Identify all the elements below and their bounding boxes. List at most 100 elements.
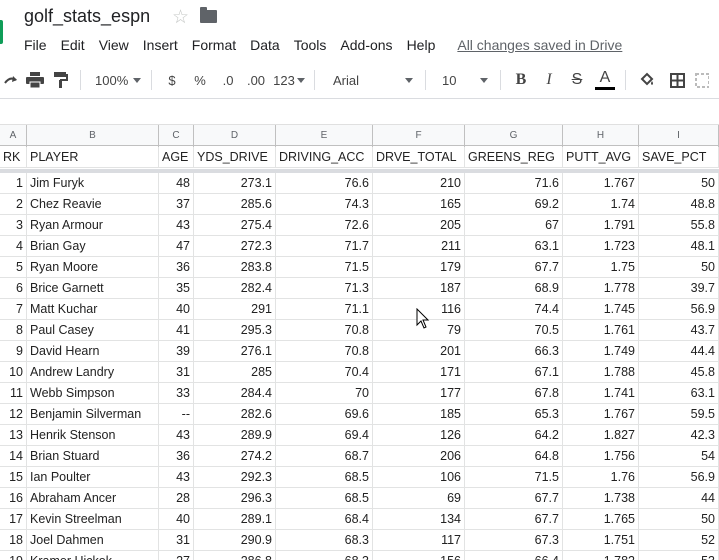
cell-yds-drive[interactable]: 289.1 — [194, 509, 276, 529]
zoom-select[interactable]: 100% — [87, 66, 145, 94]
cell-player[interactable]: Brice Garnett — [27, 278, 159, 298]
cell-save-pct[interactable]: 53 — [639, 551, 719, 560]
cell-drive-total[interactable]: 106 — [373, 467, 465, 487]
cell-putt-avg[interactable]: 1.745 — [563, 299, 639, 319]
cell-save-pct[interactable]: 52 — [639, 530, 719, 550]
cell-rank[interactable]: 1 — [0, 173, 27, 193]
column-header-b[interactable]: B — [27, 125, 159, 147]
cell-greens-reg[interactable]: 67.3 — [465, 530, 563, 550]
cell-player[interactable]: Henrik Stenson — [27, 425, 159, 445]
paint-format-icon[interactable] — [48, 66, 74, 94]
cell-greens-reg[interactable]: 68.9 — [465, 278, 563, 298]
table-row[interactable]: 4 Brian Gay 47 272.3 71.7 211 63.1 1.723 48.1 — [0, 236, 719, 257]
cell-player[interactable]: Ian Poulter — [27, 467, 159, 487]
table-row[interactable]: 3 Ryan Armour 43 275.4 72.6 205 67 1.791 55.8 — [0, 215, 719, 236]
cell-player[interactable]: Matt Kuchar — [27, 299, 159, 319]
menu-data[interactable]: Data — [243, 35, 287, 55]
cell-drive-total[interactable]: 177 — [373, 383, 465, 403]
cell-driving-acc[interactable]: 68.3 — [276, 551, 373, 560]
cell-driving-acc[interactable]: 71.7 — [276, 236, 373, 256]
table-row[interactable]: 17 Kevin Streelman 40 289.1 68.4 134 67.7 1.765… — [0, 509, 719, 530]
cell-age[interactable]: 36 — [159, 257, 194, 277]
cell-save-pct[interactable]: 55.8 — [639, 215, 719, 235]
cell-greens-reg[interactable]: 71.5 — [465, 467, 563, 487]
table-row[interactable]: 13 Henrik Stenson 43 289.9 69.4 126 64.2 1.827 4… — [0, 425, 719, 446]
table-row[interactable]: 7 Matt Kuchar 40 291 71.1 116 74.4 1.745 56.9 — [0, 299, 719, 320]
header-cell-rank[interactable]: RK — [0, 147, 27, 167]
table-row[interactable]: 12 Benjamin Silverman -- 282.6 69.6 185 65.3 1.… — [0, 404, 719, 425]
cell-age[interactable]: 40 — [159, 509, 194, 529]
cell-driving-acc[interactable]: 68.5 — [276, 488, 373, 508]
cell-age[interactable]: 31 — [159, 362, 194, 382]
cell-yds-drive[interactable]: 296.3 — [194, 488, 276, 508]
cell-save-pct[interactable]: 48.1 — [639, 236, 719, 256]
currency-format-button[interactable]: $ — [158, 66, 186, 94]
percent-format-button[interactable]: % — [186, 66, 214, 94]
font-select[interactable]: Arial — [321, 66, 419, 94]
cell-save-pct[interactable]: 56.9 — [639, 467, 719, 487]
cell-player[interactable]: Andrew Landry — [27, 362, 159, 382]
cell-save-pct[interactable]: 39.7 — [639, 278, 719, 298]
cell-rank[interactable]: 12 — [0, 404, 27, 424]
cell-yds-drive[interactable]: 282.6 — [194, 404, 276, 424]
cell-save-pct[interactable]: 50 — [639, 257, 719, 277]
cell-greens-reg[interactable]: 64.8 — [465, 446, 563, 466]
cell-player[interactable]: Chez Reavie — [27, 194, 159, 214]
borders-icon[interactable] — [662, 66, 692, 94]
cell-driving-acc[interactable]: 68.4 — [276, 509, 373, 529]
cell-yds-drive[interactable]: 283.8 — [194, 257, 276, 277]
menu-file[interactable]: File — [17, 35, 54, 55]
cell-player[interactable]: Benjamin Silverman — [27, 404, 159, 424]
cell-age[interactable]: -- — [159, 404, 194, 424]
cell-yds-drive[interactable]: 291 — [194, 299, 276, 319]
cell-player[interactable]: Ryan Armour — [27, 215, 159, 235]
cell-yds-drive[interactable]: 273.1 — [194, 173, 276, 193]
cell-driving-acc[interactable]: 71.5 — [276, 257, 373, 277]
table-row[interactable]: 11 Webb Simpson 33 284.4 70 177 67.8 1.741 63.1 — [0, 383, 719, 404]
more-formats-button[interactable]: 123 — [270, 66, 308, 94]
cell-save-pct[interactable]: 43.7 — [639, 320, 719, 340]
folder-icon[interactable] — [200, 7, 217, 23]
cell-save-pct[interactable]: 54 — [639, 446, 719, 466]
cell-greens-reg[interactable]: 63.1 — [465, 236, 563, 256]
cell-rank[interactable]: 19 — [0, 551, 27, 560]
header-cell-putt-avg[interactable]: PUTT_AVG — [563, 147, 639, 167]
cell-rank[interactable]: 17 — [0, 509, 27, 529]
cell-rank[interactable]: 15 — [0, 467, 27, 487]
column-header-i[interactable]: I — [639, 125, 719, 147]
table-row[interactable]: 14 Brian Stuard 36 274.2 68.7 206 64.8 1.756 54 — [0, 446, 719, 467]
cell-player[interactable]: Webb Simpson — [27, 383, 159, 403]
cell-drive-total[interactable]: 134 — [373, 509, 465, 529]
redo-icon[interactable] — [0, 66, 22, 94]
cell-rank[interactable]: 9 — [0, 341, 27, 361]
increase-decimal-button[interactable]: .00 — [242, 66, 270, 94]
cell-drive-total[interactable]: 210 — [373, 173, 465, 193]
cell-putt-avg[interactable]: 1.778 — [563, 278, 639, 298]
cell-age[interactable]: 43 — [159, 425, 194, 445]
cell-rank[interactable]: 10 — [0, 362, 27, 382]
header-cell-driving-acc[interactable]: DRIVING_ACC — [276, 147, 373, 167]
cell-yds-drive[interactable]: 285.6 — [194, 194, 276, 214]
italic-button[interactable]: I — [535, 66, 563, 94]
cell-age[interactable]: 43 — [159, 467, 194, 487]
cell-driving-acc[interactable]: 70.8 — [276, 341, 373, 361]
cell-age[interactable]: 27 — [159, 551, 194, 560]
column-header-e[interactable]: E — [276, 125, 373, 147]
strikethrough-button[interactable]: S — [563, 66, 591, 94]
cell-age[interactable]: 41 — [159, 320, 194, 340]
cell-player[interactable]: Kevin Streelman — [27, 509, 159, 529]
cell-age[interactable]: 47 — [159, 236, 194, 256]
column-header-f[interactable]: F — [373, 125, 465, 147]
text-color-button[interactable]: A — [591, 66, 619, 94]
cell-yds-drive[interactable]: 295.3 — [194, 320, 276, 340]
cell-drive-total[interactable]: 117 — [373, 530, 465, 550]
cell-drive-total[interactable]: 69 — [373, 488, 465, 508]
header-row[interactable]: RK PLAYER AGE YDS_DRIVE DRIVING_ACC DRVE_TOTA… — [0, 147, 719, 168]
cell-putt-avg[interactable]: 1.782 — [563, 551, 639, 560]
cell-age[interactable]: 33 — [159, 383, 194, 403]
cell-rank[interactable]: 13 — [0, 425, 27, 445]
cell-putt-avg[interactable]: 1.765 — [563, 509, 639, 529]
cell-putt-avg[interactable]: 1.738 — [563, 488, 639, 508]
column-header-d[interactable]: D — [194, 125, 276, 147]
cell-yds-drive[interactable]: 285 — [194, 362, 276, 382]
